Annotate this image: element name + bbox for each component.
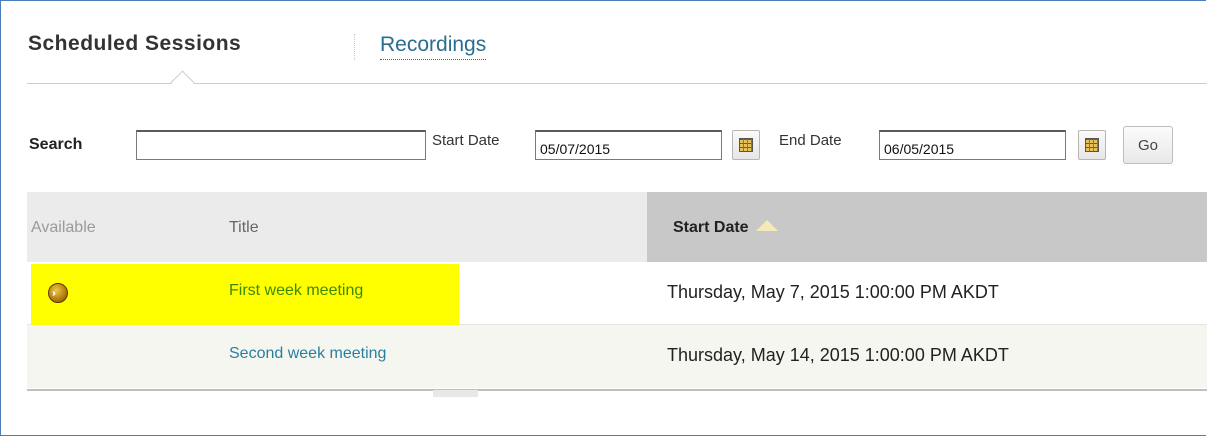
table-header: Available Title Start Date: [27, 192, 1207, 262]
table-row: ››› First week meeting Thursday, May 7, …: [27, 262, 1207, 330]
column-header-start-date-label: Start Date: [673, 219, 749, 236]
end-date-calendar-button[interactable]: [1078, 130, 1106, 160]
search-bar: Search Start Date End Date Go: [27, 126, 1207, 166]
tab-recordings[interactable]: Recordings: [380, 32, 487, 60]
tab-scheduled-sessions[interactable]: Scheduled Sessions: [28, 32, 241, 56]
column-header-available: Available: [31, 219, 96, 236]
session-start-date: Thursday, May 14, 2015 1:00:00 PM AKDT: [667, 345, 1009, 365]
go-button[interactable]: Go: [1123, 126, 1173, 164]
start-date-label: Start Date: [432, 132, 500, 149]
search-label: Search: [29, 136, 83, 153]
sessions-table: Available Title Start Date ››› First wee…: [27, 192, 1207, 388]
end-date-input[interactable]: [879, 130, 1066, 160]
sort-ascending-icon: [755, 220, 778, 231]
table-row: Second week meeting Thursday, May 14, 20…: [27, 325, 1207, 388]
column-header-title[interactable]: Title: [229, 219, 259, 237]
column-header-start-date[interactable]: Start Date: [673, 219, 778, 237]
calendar-icon: [1085, 138, 1099, 152]
go-arrow-icon[interactable]: ›››: [48, 283, 68, 303]
start-date-input[interactable]: [535, 130, 722, 160]
scroll-indicator: [433, 390, 478, 397]
table-bottom-border: [27, 389, 1207, 391]
start-date-calendar-button[interactable]: [732, 130, 760, 160]
session-title-link[interactable]: First week meeting: [229, 282, 363, 300]
tab-divider: [27, 83, 1207, 84]
end-date-label: End Date: [779, 132, 842, 149]
search-input[interactable]: [136, 130, 426, 160]
calendar-icon: [739, 138, 753, 152]
tab-separator: [354, 34, 355, 60]
session-title-link[interactable]: Second week meeting: [229, 345, 386, 363]
session-start-date: Thursday, May 7, 2015 1:00:00 PM AKDT: [667, 282, 999, 302]
tab-bar: Scheduled Sessions Recordings: [28, 32, 1207, 72]
